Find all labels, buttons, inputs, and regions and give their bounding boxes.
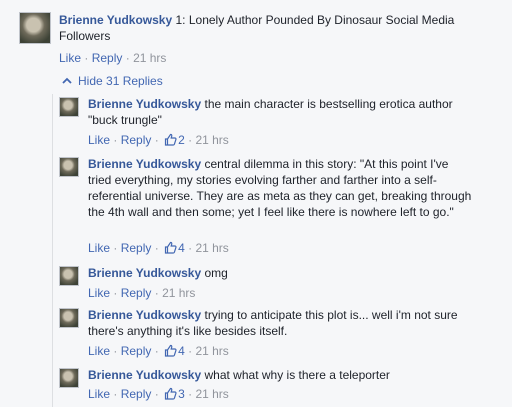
separator: ·	[188, 133, 193, 147]
separator: ·	[154, 241, 159, 255]
reply-link[interactable]: Reply	[121, 286, 152, 300]
avatar[interactable]	[59, 308, 79, 328]
reply-link[interactable]: Reply	[121, 241, 152, 255]
top-comment: Brienne Yudkowsky 1: Lonely Author Pound…	[59, 12, 499, 44]
like-link[interactable]: Like	[88, 387, 110, 401]
comment-actions: Like · Reply · 4 · 21 hrs	[88, 344, 229, 360]
comment-actions: Like · Reply · 21 hrs	[59, 51, 166, 65]
timestamp[interactable]: 21 hrs	[133, 51, 166, 65]
separator: ·	[113, 286, 118, 300]
separator: ·	[113, 344, 118, 358]
separator: ·	[154, 387, 159, 401]
timestamp[interactable]: 21 hrs	[195, 387, 228, 401]
hide-replies-label: Hide 31 Replies	[78, 74, 163, 88]
like-count[interactable]: 2	[178, 133, 185, 147]
avatar[interactable]	[59, 368, 79, 388]
reply-link[interactable]: Reply	[92, 51, 123, 65]
thumbs-up-icon	[164, 387, 177, 403]
like-count[interactable]: 4	[178, 241, 185, 255]
timestamp[interactable]: 21 hrs	[195, 241, 228, 255]
separator: ·	[154, 344, 159, 358]
comment-actions: Like · Reply · 21 hrs	[88, 286, 195, 300]
separator: ·	[154, 286, 159, 300]
reply-comment: Brienne Yudkowsky what what why is there…	[88, 367, 478, 383]
reply-link[interactable]: Reply	[121, 344, 152, 358]
comment-text: what what why is there a teleporter	[204, 368, 390, 382]
comment-author[interactable]: Brienne Yudkowsky	[88, 97, 201, 111]
like-link[interactable]: Like	[88, 344, 110, 358]
reply-link[interactable]: Reply	[121, 133, 152, 147]
reply-comment: Brienne Yudkowsky central dilemma in thi…	[88, 156, 473, 220]
reply-comment: Brienne Yudkowsky omg	[88, 265, 473, 281]
comment-actions: Like · Reply · 2 · 21 hrs	[88, 133, 229, 149]
comment-actions: Like · Reply · 4 · 21 hrs	[88, 241, 229, 257]
comment-author[interactable]: Brienne Yudkowsky	[88, 266, 201, 280]
comment-author[interactable]: Brienne Yudkowsky	[88, 157, 201, 171]
comment-author[interactable]: Brienne Yudkowsky	[88, 308, 201, 322]
timestamp[interactable]: 21 hrs	[195, 133, 228, 147]
avatar[interactable]	[59, 266, 79, 286]
separator: ·	[125, 51, 130, 65]
reply-link[interactable]: Reply	[121, 387, 152, 401]
like-link[interactable]: Like	[88, 133, 110, 147]
separator: ·	[113, 387, 118, 401]
thumbs-up-icon	[164, 133, 177, 149]
like-link[interactable]: Like	[88, 286, 110, 300]
chevron-up-icon	[62, 73, 72, 89]
timestamp[interactable]: 21 hrs	[195, 344, 228, 358]
separator: ·	[84, 51, 89, 65]
avatar[interactable]	[59, 157, 79, 177]
separator: ·	[188, 387, 193, 401]
thumbs-up-icon	[164, 344, 177, 360]
reply-comment: Brienne Yudkowsky the main character is …	[88, 96, 478, 128]
like-link[interactable]: Like	[88, 241, 110, 255]
separator: ·	[188, 241, 193, 255]
timestamp[interactable]: 21 hrs	[162, 286, 195, 300]
like-count[interactable]: 3	[178, 387, 185, 401]
like-count[interactable]: 4	[178, 344, 185, 358]
like-link[interactable]: Like	[59, 51, 81, 65]
thread-line	[52, 94, 53, 407]
comment-actions: Like · Reply · 3 · 21 hrs	[88, 387, 229, 403]
separator: ·	[113, 133, 118, 147]
reply-comment: Brienne Yudkowsky trying to anticipate t…	[88, 307, 478, 339]
avatar[interactable]	[59, 97, 79, 117]
avatar[interactable]	[19, 12, 51, 44]
thumbs-up-icon	[164, 241, 177, 257]
comment-author[interactable]: Brienne Yudkowsky	[88, 368, 201, 382]
hide-replies-toggle[interactable]: Hide 31 Replies	[62, 73, 163, 89]
separator: ·	[154, 133, 159, 147]
comment-author[interactable]: Brienne Yudkowsky	[59, 13, 172, 27]
separator: ·	[188, 344, 193, 358]
separator: ·	[113, 241, 118, 255]
comment-text: omg	[204, 266, 228, 280]
